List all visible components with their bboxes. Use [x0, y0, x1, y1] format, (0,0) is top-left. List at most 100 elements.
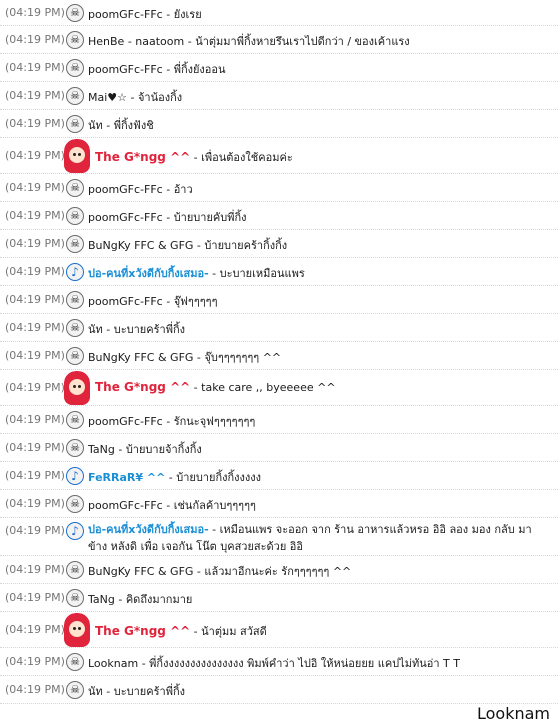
chat-log[interactable]: (04:19 PM) ☠ poomGFc-FFc - ยังเรย (04:19 PM…: [0, 0, 558, 725]
message-timestamp: (04:19 PM): [5, 89, 65, 102]
skull-icon: ☠: [66, 495, 84, 513]
chat-message-row: (04:19 PM) ♪ FeRRaR¥ ^^ - บ้ายบายกิ้งกิ้งง…: [0, 462, 558, 490]
sender-name: The G*ngg ^^: [95, 624, 191, 638]
name-separator: -: [193, 239, 205, 252]
name-separator: -: [193, 351, 205, 364]
music-note-icon: ♪: [66, 467, 84, 485]
chat-message-row: (04:19 PM) ☠ poomGFc-FFc - พี่กิ้งยังออน: [0, 54, 558, 82]
chat-message-row: (04:19 PM) ☠ poomGFc-FFc - บ้ายบายคับพี่กิ…: [0, 202, 558, 230]
message-timestamp: (04:19 PM): [5, 655, 65, 668]
chat-message-row: (04:19 PM) ☠ BuNgKy FFC & GFG - จุ๊บๆๆๆๆๆๆ…: [0, 342, 558, 370]
sender-name: poomGFc-FFc: [88, 295, 163, 308]
skull-icon: ☠: [66, 291, 84, 309]
sender-name: BuNgKy FFC & GFG: [88, 239, 194, 252]
skull-icon: ☠: [66, 653, 84, 671]
skull-icon: ☠: [66, 439, 84, 457]
message-timestamp: (04:19 PM): [5, 381, 65, 394]
message-text: ยังเรย: [173, 8, 202, 21]
skull-icon: ☠: [66, 347, 84, 365]
skull-icon: ☠: [66, 31, 84, 49]
message-timestamp: (04:19 PM): [5, 61, 65, 74]
message-timestamp: (04:19 PM): [5, 441, 65, 454]
skull-icon: ☠: [66, 207, 84, 225]
name-separator: -: [190, 151, 202, 164]
girl-avatar-icon: [64, 613, 90, 647]
chat-message-row: (04:19 PM) ☠ poomGFc-FFc - อ้าว: [0, 174, 558, 202]
message-text: อ้าว: [173, 183, 193, 196]
message-text: คิดถึงมากมาย: [125, 593, 193, 606]
message-timestamp: (04:19 PM): [5, 623, 65, 636]
message-text: น้าตุ่มม สวัสดี: [201, 625, 267, 638]
name-separator: -: [127, 91, 138, 104]
sender-name: Looknam: [88, 657, 139, 670]
message-timestamp: (04:19 PM): [5, 563, 65, 576]
sender-name: poomGFc-FFc: [88, 415, 163, 428]
chat-message-row: (04:19 PM) ☠ BuNgKy FFC & GFG - แล้วมาอีกน…: [0, 556, 558, 584]
skull-icon: ☠: [66, 561, 84, 579]
message-text: พี่กิ้งฟังชิ: [113, 119, 154, 132]
chat-message-row: (04:19 PM) The G*ngg ^^ - เพื่อนต้องใช้คอ…: [0, 138, 558, 174]
chat-message-row: (04:19 PM) ♪ ปอ-คนที่xวังดีกับกิ้งเสมอ- - …: [0, 518, 558, 556]
sender-name: poomGFc-FFc: [88, 63, 163, 76]
name-separator: -: [162, 183, 174, 196]
sender-name: The G*ngg ^^: [95, 380, 191, 394]
chat-message-row: (04:19 PM) ☠ นัท - บะบายคร้าพี่กิ้ง: [0, 314, 558, 342]
message-text: บะบายคร้าพี่กิ้ง: [113, 685, 185, 698]
girl-avatar-icon: [64, 371, 90, 405]
name-separator: -: [190, 381, 202, 394]
sender-name: poomGFc-FFc: [88, 183, 163, 196]
message-timestamp: (04:19 PM): [5, 497, 65, 510]
name-separator: -: [190, 625, 202, 638]
message-timestamp: (04:19 PM): [5, 209, 65, 222]
chat-message-row: (04:19 PM) ☠ BuNgKy FFC & GFG - บ้ายบายคร้…: [0, 230, 558, 258]
message-text: จุ๊ฟๆๆๆๆๆ: [173, 295, 218, 308]
chat-message-row: (04:19 PM) ☠ นัท - บะบายคร้าพี่กิ้ง: [0, 676, 558, 704]
name-separator: -: [114, 443, 126, 456]
chat-message-row: (04:19 PM) The G*ngg ^^ - น้าตุ่มม สวัสดี: [0, 612, 558, 648]
message-timestamp: (04:19 PM): [5, 321, 65, 334]
sender-name: นัท: [88, 323, 103, 336]
sender-name: TaNg: [88, 593, 115, 606]
name-separator: -: [162, 211, 174, 224]
message-text: take care ,, byeeeee ^^: [201, 381, 336, 394]
message-timestamp: (04:19 PM): [5, 293, 65, 306]
message-timestamp: (04:19 PM): [5, 6, 65, 19]
name-separator: -: [162, 499, 174, 512]
sender-name: FeRRaR¥ ^^: [88, 471, 166, 484]
message-timestamp: (04:19 PM): [5, 117, 65, 130]
message-text: บ้ายบายคร้ากิ้งกิ้ง: [204, 239, 288, 252]
message-text: จุ๊บๆๆๆๆๆๆๆ ^^: [204, 351, 282, 364]
skull-icon: ☠: [66, 319, 84, 337]
chat-message-row: (04:19 PM) ☠ TaNg - บ้ายบายจ้ากิ้งกิ้ง: [0, 434, 558, 462]
sender-name: poomGFc-FFc: [88, 499, 163, 512]
message-text: บ้ายบายกิ้งกิ้งงงงง: [176, 471, 262, 484]
name-separator: -: [165, 471, 177, 484]
name-separator: -: [162, 415, 174, 428]
sender-name: นัท: [88, 685, 103, 698]
name-separator: -: [208, 267, 220, 280]
sender-name: นัท: [88, 119, 103, 132]
name-separator: -: [102, 685, 114, 698]
sender-name: ปอ-คนที่xวังดีกับกิ้งเสมอ-: [88, 267, 209, 280]
chat-message-row: (04:19 PM) ☠ นัท - พี่กิ้งฟังชิ: [0, 110, 558, 138]
message-text: เพื่อนต้องใช้คอมค่ะ: [201, 151, 293, 164]
chat-message-row: (04:19 PM) ☠ Mai♥☆ - จ้าน้องกิ้ง: [0, 82, 558, 110]
message-text: บ้ายบายคับพี่กิ้ง: [173, 211, 247, 224]
name-separator: -: [138, 657, 150, 670]
message-text: พี่กิ้งงงงงงงงงงงงงงง พิมพ์คำว่า ไปอิ ให…: [149, 657, 460, 670]
message-text: บ้ายบายจ้ากิ้งกิ้ง: [125, 443, 202, 456]
sender-name: poomGFc-FFc: [88, 211, 163, 224]
name-separator: -: [208, 523, 220, 536]
sender-name: TaNg: [88, 443, 115, 456]
name-separator: -: [102, 323, 114, 336]
name-separator: -: [162, 295, 174, 308]
sender-name: ปอ-คนที่xวังดีกับกิ้งเสมอ-: [88, 523, 209, 536]
chat-message-row: (04:19 PM) ☠ poomGFc-FFc - จุ๊ฟๆๆๆๆๆ: [0, 286, 558, 314]
chat-message-row: (04:19 PM) ♪ ปอ-คนที่xวังดีกับกิ้งเสมอ- - …: [0, 258, 558, 286]
message-timestamp: (04:19 PM): [5, 413, 65, 426]
name-separator: -: [102, 119, 114, 132]
chat-message-row: (04:19 PM) The G*ngg ^^ - take care ,, by…: [0, 370, 558, 406]
message-text: รักนะจุฟๆๆๆๆๆๆๆ: [173, 415, 256, 428]
message-timestamp: (04:19 PM): [5, 469, 65, 482]
message-text: จ้าน้องกิ้ง: [137, 91, 183, 104]
